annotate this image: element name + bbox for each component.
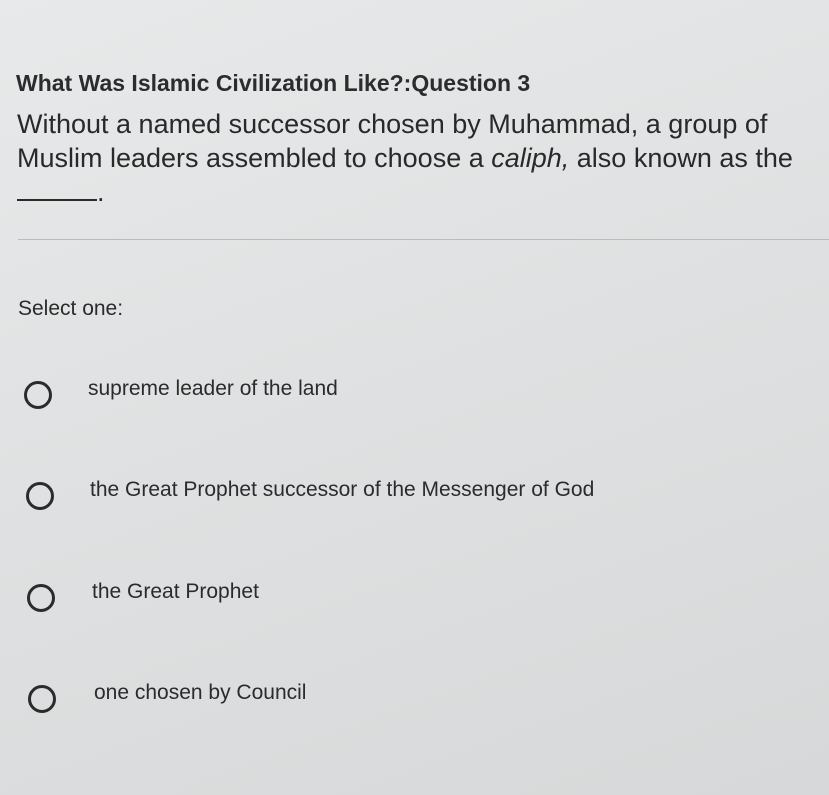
- option-label[interactable]: one chosen by Council: [94, 681, 306, 705]
- option-label[interactable]: supreme leader of the land: [88, 377, 338, 401]
- question-emphasis: caliph,: [491, 143, 570, 173]
- quiz-panel: What Was Islamic Civilization Like?:Ques…: [0, 0, 829, 795]
- question-title: What Was Islamic Civilization Like?:Ques…: [16, 70, 531, 96]
- question-text-end: also known as the: [569, 143, 793, 173]
- option-label[interactable]: the Great Prophet: [92, 580, 259, 604]
- radio-button[interactable]: [26, 482, 54, 510]
- option-label[interactable]: the Great Prophet successor of the Messe…: [90, 478, 594, 502]
- answer-option-4[interactable]: one chosen by Council: [20, 681, 780, 721]
- select-one-label: Select one:: [18, 297, 124, 320]
- question-text: Without a named successor chosen by Muha…: [17, 107, 822, 209]
- answer-option-3[interactable]: the Great Prophet: [20, 580, 780, 620]
- radio-button[interactable]: [27, 584, 55, 612]
- radio-button[interactable]: [28, 685, 56, 713]
- question-period: .: [97, 177, 105, 207]
- divider: [18, 239, 829, 240]
- answer-blank: [17, 177, 97, 201]
- answer-option-2[interactable]: the Great Prophet successor of the Messe…: [20, 478, 780, 518]
- radio-button[interactable]: [24, 381, 52, 409]
- answer-option-1[interactable]: supreme leader of the land: [20, 377, 780, 417]
